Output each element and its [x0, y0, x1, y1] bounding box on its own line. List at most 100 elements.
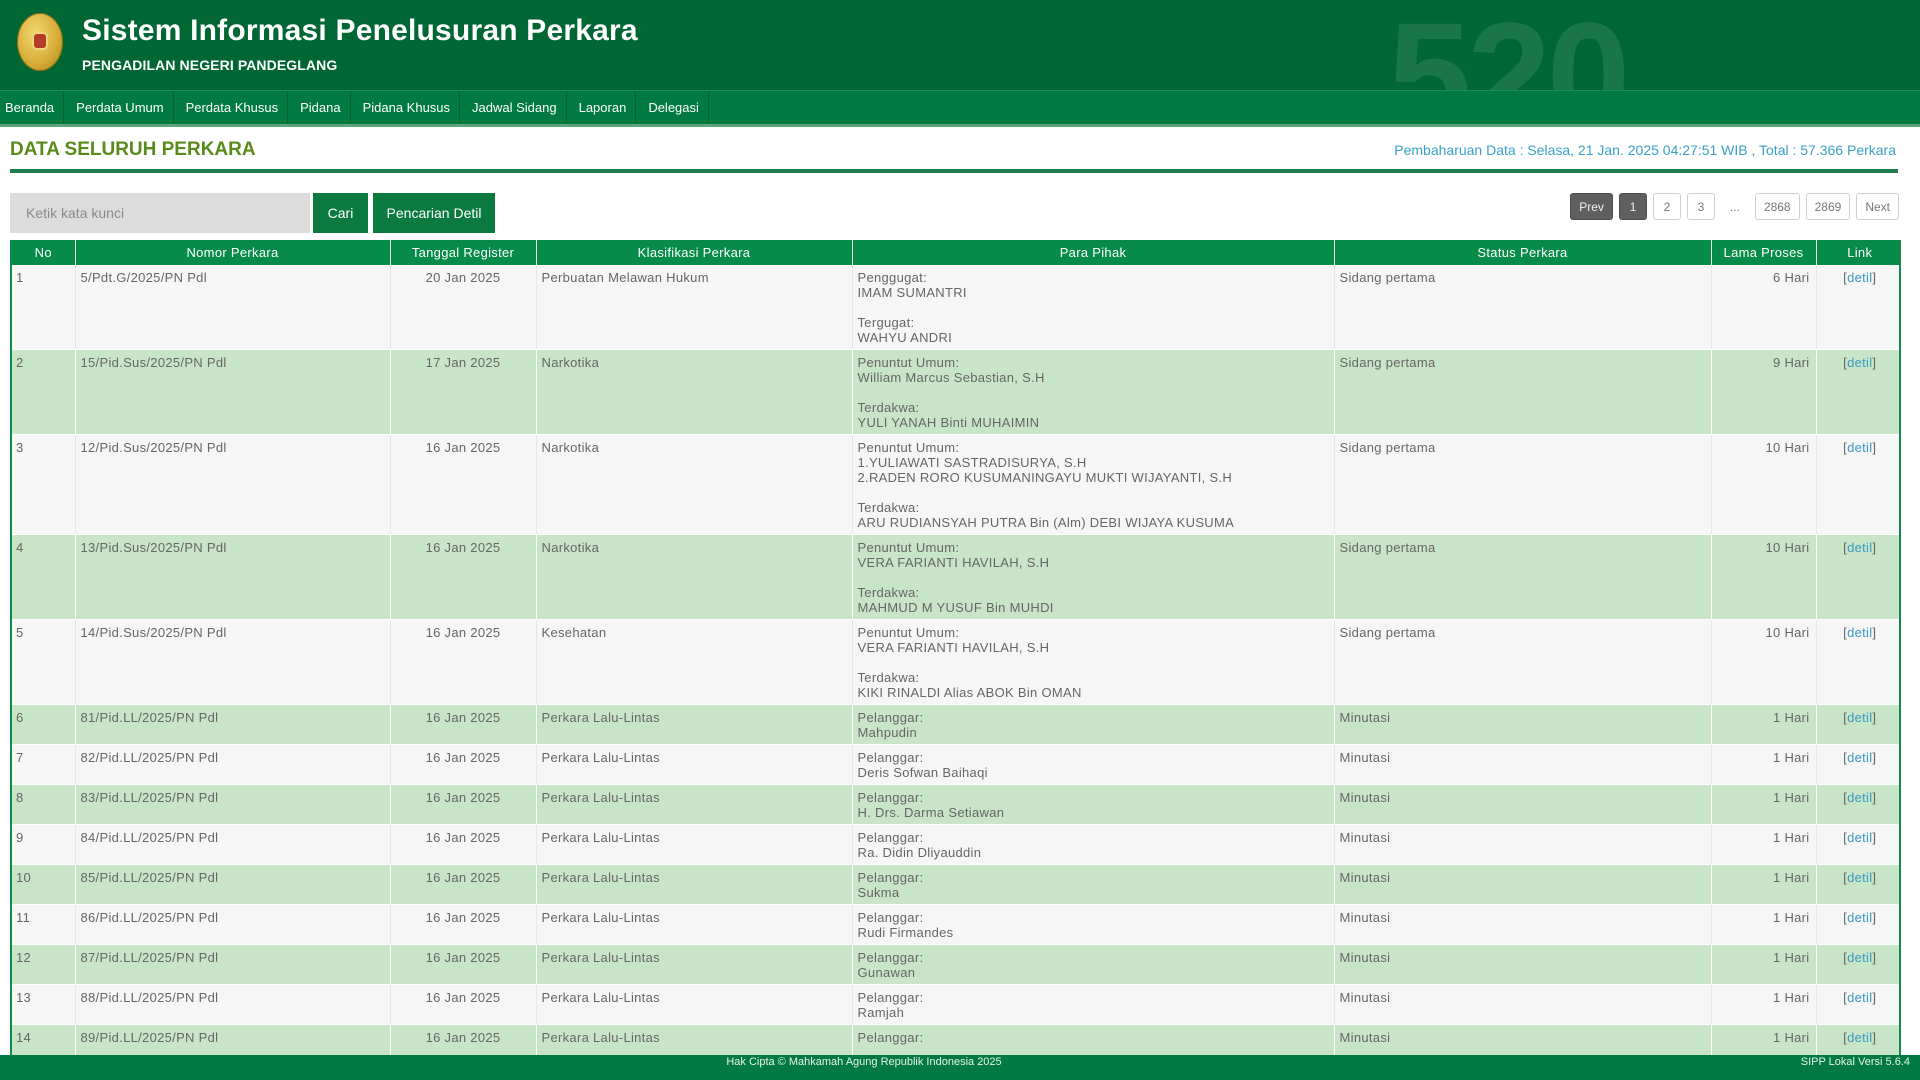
column-header-tanggal-register[interactable]: Tanggal Register	[390, 240, 537, 265]
nav-item-delegasi[interactable]: Delegasi	[636, 91, 709, 124]
detail-search-button[interactable]: Pencarian Detil	[373, 193, 495, 233]
detail-link[interactable]: detil	[1847, 355, 1872, 370]
page-button[interactable]: 2	[1652, 193, 1681, 220]
detail-link[interactable]: detil	[1847, 830, 1872, 845]
cell-status: Minutasi	[1334, 784, 1712, 825]
nav-item-laporan[interactable]: Laporan	[567, 91, 637, 124]
nav-item-pidana[interactable]: Pidana	[288, 91, 351, 124]
prev-page-button[interactable]: Prev	[1570, 193, 1613, 220]
detail-link[interactable]: detil	[1847, 910, 1872, 925]
party-name: H. Drs. Darma Setiawan	[857, 805, 1005, 820]
detail-link[interactable]: detil	[1847, 870, 1872, 885]
party-name: 1.YULIAWATI SASTRADISURYA, S.H	[857, 455, 1087, 470]
bracket: ]	[1872, 1030, 1877, 1045]
cases-table: No Nomor Perkara Tanggal Register Klasif…	[12, 240, 1899, 1055]
table-row: 13 88/Pid.LL/2025/PN Pdl 16 Jan 2025 Perkar…	[12, 984, 1899, 1025]
party-name: KIKI RINALDI Alias ABOK Bin OMAN	[857, 685, 1082, 700]
detail-link[interactable]: detil	[1847, 750, 1872, 765]
table-row: 3 12/Pid.Sus/2025/PN Pdl 16 Jan 2025 Narkot…	[12, 434, 1899, 535]
column-header-para-pihak[interactable]: Para Pihak	[852, 240, 1335, 265]
cell-lama-proses: 1 Hari	[1711, 784, 1817, 825]
nav-item-perdata-khusus[interactable]: Perdata Khusus	[174, 91, 289, 124]
page-button[interactable]: 3	[1686, 193, 1715, 220]
bracket: ]	[1872, 440, 1877, 455]
party-role: Pelanggar:	[857, 870, 924, 885]
cell-lama-proses: 1 Hari	[1711, 944, 1817, 985]
cell-status: Sidang pertama	[1334, 619, 1712, 705]
page-button-current[interactable]: 1	[1618, 193, 1647, 220]
cell-status: Sidang pertama	[1334, 349, 1712, 435]
cell-link: [detil]	[1816, 984, 1899, 1025]
detail-link[interactable]: detil	[1847, 1030, 1872, 1045]
detail-link[interactable]: detil	[1847, 710, 1872, 725]
cell-nomor-perkara: 86/Pid.LL/2025/PN Pdl	[75, 904, 391, 945]
nav-item-jadwal-sidang[interactable]: Jadwal Sidang	[460, 91, 567, 124]
cases-table-container[interactable]: No Nomor Perkara Tanggal Register Klasif…	[10, 240, 1901, 1055]
cell-nomor-perkara: 83/Pid.LL/2025/PN Pdl	[75, 784, 391, 825]
nav-item-perdata-umum[interactable]: Perdata Umum	[64, 91, 174, 124]
cell-nomor-perkara: 13/Pid.Sus/2025/PN Pdl	[75, 534, 391, 620]
cell-para-pihak: Pelanggar: Ramjah	[852, 984, 1335, 1025]
column-header-status[interactable]: Status Perkara	[1334, 240, 1712, 265]
bracket: ]	[1872, 910, 1877, 925]
nav-item-beranda[interactable]: Beranda	[0, 91, 65, 124]
cell-klasifikasi: Narkotika	[536, 534, 853, 620]
pagination: Prev 1 2 3 ... 2868 2869 Next	[1570, 193, 1899, 220]
next-page-button[interactable]: Next	[1856, 193, 1899, 220]
party-role: Pelanggar:	[857, 750, 924, 765]
cell-klasifikasi: Perkara Lalu-Lintas	[536, 944, 853, 985]
cell-lama-proses: 10 Hari	[1711, 619, 1817, 705]
cell-lama-proses: 1 Hari	[1711, 744, 1817, 785]
party-block: Terdakwa: ARU RUDIANSYAH PUTRA Bin (Alm) …	[858, 500, 1329, 530]
table-body: 1 5/Pdt.G/2025/PN Pdl 20 Jan 2025 Perbuatan…	[12, 265, 1899, 1055]
party-name: William Marcus Sebastian, S.H	[857, 370, 1045, 385]
cell-no: 14	[12, 1024, 76, 1055]
column-header-nomor-perkara[interactable]: Nomor Perkara	[75, 240, 391, 265]
detail-link[interactable]: detil	[1847, 625, 1872, 640]
column-header-klasifikasi[interactable]: Klasifikasi Perkara	[536, 240, 853, 265]
keyword-search-input[interactable]	[10, 193, 310, 233]
party-block: Pelanggar: Ra. Didin Dliyauddin	[858, 830, 1329, 860]
cell-no: 1	[12, 265, 76, 350]
party-block: Terdakwa: YULI YANAH Binti MUHAIMIN	[858, 400, 1329, 430]
cell-lama-proses: 1 Hari	[1711, 1024, 1817, 1055]
party-role: Terdakwa:	[857, 670, 920, 685]
cell-nomor-perkara: 81/Pid.LL/2025/PN Pdl	[75, 704, 391, 745]
table-row: 6 81/Pid.LL/2025/PN Pdl 16 Jan 2025 Perkara…	[12, 704, 1899, 745]
party-name: Mahpudin	[857, 725, 917, 740]
column-header-lama-proses[interactable]: Lama Proses	[1711, 240, 1817, 265]
footer-copyright: Hak Cipta © Mahkamah Agung Republik Indo…	[726, 1056, 1002, 1068]
detail-link[interactable]: detil	[1847, 990, 1872, 1005]
cell-nomor-perkara: 82/Pid.LL/2025/PN Pdl	[75, 744, 391, 785]
cell-status: Minutasi	[1334, 984, 1712, 1025]
detail-link[interactable]: detil	[1847, 540, 1872, 555]
party-role: Pelanggar:	[857, 950, 924, 965]
party-role: Pelanggar:	[857, 990, 924, 1005]
detail-link[interactable]: detil	[1847, 950, 1872, 965]
detail-link[interactable]: detil	[1847, 440, 1872, 455]
nav-item-pidana-khusus[interactable]: Pidana Khusus	[351, 91, 461, 124]
party-role: Penggugat:	[857, 270, 928, 285]
detail-link[interactable]: detil	[1847, 270, 1872, 285]
cell-link: [detil]	[1816, 1024, 1899, 1055]
detail-link[interactable]: detil	[1847, 790, 1872, 805]
cell-status: Minutasi	[1334, 1024, 1712, 1055]
party-block: Penuntut Umum: VERA FARIANTI HAVILAH, S.H	[858, 625, 1329, 655]
party-block: Penuntut Umum: William Marcus Sebastian, …	[858, 355, 1329, 385]
cell-tanggal-register: 16 Jan 2025	[390, 944, 537, 985]
page-button[interactable]: 2869	[1805, 193, 1851, 220]
search-button[interactable]: Cari	[313, 193, 368, 233]
cell-link: [detil]	[1816, 349, 1899, 435]
cell-tanggal-register: 16 Jan 2025	[390, 704, 537, 745]
party-block: Terdakwa: KIKI RINALDI Alias ABOK Bin OMA…	[858, 670, 1329, 700]
bracket: ]	[1872, 710, 1877, 725]
cell-status: Sidang pertama	[1334, 265, 1712, 350]
party-name: VERA FARIANTI HAVILAH, S.H	[857, 555, 1050, 570]
cell-tanggal-register: 16 Jan 2025	[390, 904, 537, 945]
cell-para-pihak: Pelanggar: Deris Sofwan Baihaqi	[852, 744, 1335, 785]
cell-lama-proses: 1 Hari	[1711, 984, 1817, 1025]
party-role: Penuntut Umum:	[857, 625, 960, 640]
column-header-no[interactable]: No	[12, 240, 76, 265]
cell-tanggal-register: 20 Jan 2025	[390, 265, 537, 350]
page-button[interactable]: 2868	[1754, 193, 1800, 220]
